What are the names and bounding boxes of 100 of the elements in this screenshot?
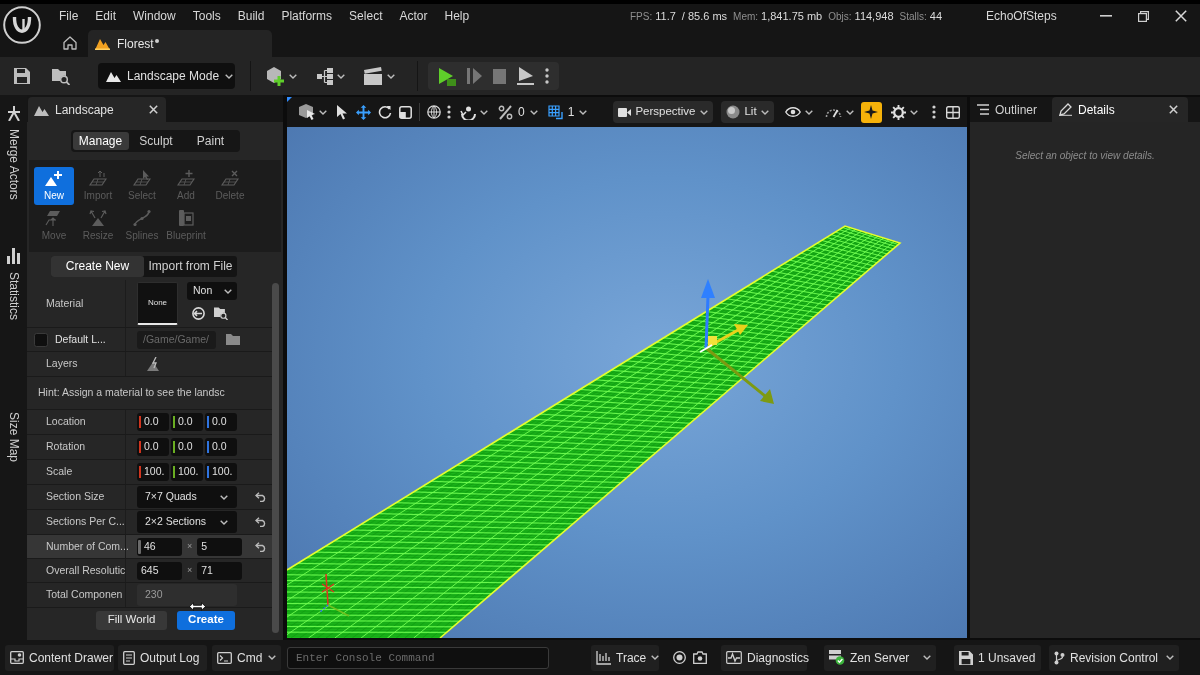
camera-icon[interactable] <box>693 651 707 664</box>
rotate-icon[interactable] <box>378 105 392 119</box>
more-icon[interactable] <box>545 68 549 84</box>
scrollbar[interactable] <box>272 283 279 633</box>
cube-cursor-icon[interactable] <box>298 103 316 121</box>
step-icon[interactable] <box>467 68 482 84</box>
stop-icon[interactable] <box>493 68 506 84</box>
number-field[interactable]: 0.0 <box>171 413 203 431</box>
number-field[interactable]: 0.0 <box>205 413 237 431</box>
level-tab[interactable]: Florest <box>88 30 272 57</box>
caret-icon[interactable] <box>579 109 588 115</box>
dropdown-field[interactable]: 2×2 Sections <box>137 511 237 533</box>
menu-item[interactable]: File <box>59 7 79 25</box>
logo-icon[interactable] <box>3 6 41 44</box>
surface-snap-icon[interactable] <box>460 104 477 120</box>
number-field[interactable]: 0.0 <box>137 413 169 431</box>
reset-icon[interactable] <box>255 492 267 502</box>
content-drawer-button[interactable]: Content Drawer <box>5 644 114 671</box>
node-graph-icon[interactable] <box>317 67 333 85</box>
camera-icon[interactable] <box>618 107 632 117</box>
source-tab[interactable]: Import from File <box>144 255 237 277</box>
caret-icon[interactable] <box>387 73 395 79</box>
sphere-icon[interactable] <box>726 105 741 119</box>
caret-icon[interactable] <box>529 109 538 115</box>
panel-tab[interactable]: Landscape <box>28 97 166 122</box>
menu-item[interactable]: Actor <box>399 7 428 25</box>
caret-icon[interactable] <box>804 109 813 115</box>
panel-tab[interactable]: Outliner <box>970 97 1050 122</box>
caret-icon[interactable] <box>760 109 769 115</box>
caret-icon[interactable] <box>700 109 709 115</box>
grid-icon[interactable] <box>547 104 563 120</box>
play-icon[interactable] <box>438 66 456 86</box>
folder-search-icon[interactable] <box>52 67 70 85</box>
caret-icon[interactable] <box>268 655 276 660</box>
caret-icon[interactable] <box>1166 655 1174 660</box>
home-icon[interactable] <box>63 36 77 50</box>
number-field[interactable]: 0.0 <box>205 438 237 456</box>
number-field[interactable]: 0.0 <box>171 438 203 456</box>
number-field[interactable]: 100. <box>171 463 203 481</box>
revision-control-dropdown[interactable]: Revision Control <box>1049 644 1179 671</box>
caret-icon[interactable] <box>651 655 660 660</box>
close-icon[interactable] <box>1169 105 1178 114</box>
play-line-icon[interactable] <box>517 67 534 85</box>
number-field[interactable]: 100. <box>137 463 169 481</box>
material-thumbnail[interactable]: None <box>137 282 178 325</box>
close-icon[interactable] <box>149 105 158 114</box>
caret-icon[interactable] <box>225 73 234 79</box>
save-icon[interactable] <box>14 68 30 84</box>
caret-icon[interactable] <box>845 109 854 115</box>
side-tab[interactable]: Statistics <box>4 247 23 320</box>
folder-search-icon[interactable] <box>214 306 228 320</box>
menu-item[interactable]: Help <box>444 7 470 25</box>
caret-icon[interactable] <box>220 519 228 525</box>
more-icon[interactable] <box>931 105 936 119</box>
mode-tab[interactable]: Sculpt <box>128 132 184 150</box>
snap-dropdown[interactable]: 0 <box>498 103 538 121</box>
menu-item[interactable]: Platforms <box>281 7 333 25</box>
menu-item[interactable]: Edit <box>95 7 117 25</box>
caret-icon[interactable] <box>289 73 297 79</box>
number-field[interactable]: 645 <box>137 561 182 580</box>
eye-icon[interactable] <box>784 107 801 117</box>
cube-plus-icon[interactable] <box>266 66 285 86</box>
zen-server-dropdown[interactable]: Zen Server <box>824 644 936 671</box>
checkbox[interactable] <box>34 332 48 347</box>
number-field[interactable]: 71 <box>197 561 243 580</box>
menu-item[interactable]: Window <box>133 7 176 25</box>
cursor-icon[interactable] <box>337 104 348 120</box>
menu-item[interactable]: Tools <box>192 7 221 25</box>
restore-icon[interactable] <box>1138 10 1149 22</box>
side-tab[interactable]: Merge Actors <box>4 106 23 200</box>
scale-icon[interactable] <box>399 105 412 119</box>
menu-item[interactable]: Build <box>237 7 265 25</box>
view-mode-dropdown[interactable]: Perspective <box>613 101 714 123</box>
fill-world-button[interactable]: Fill World <box>96 610 167 630</box>
caret-icon[interactable] <box>909 109 918 115</box>
reset-icon[interactable] <box>255 541 267 552</box>
trace-dropdown[interactable]: Trace <box>591 644 659 671</box>
number-field[interactable]: 5 <box>197 537 243 556</box>
caret-icon[interactable] <box>923 655 931 660</box>
clapperboard-icon[interactable] <box>363 67 383 85</box>
caret-icon[interactable] <box>337 73 345 79</box>
gear-icon[interactable] <box>890 104 906 120</box>
close-icon[interactable] <box>1175 10 1187 22</box>
caret-icon[interactable] <box>480 109 488 115</box>
number-field[interactable]: 46 <box>137 537 182 556</box>
mode-tab[interactable]: Manage <box>72 132 129 150</box>
side-tab[interactable]: Size Map <box>4 411 23 462</box>
caret-icon[interactable] <box>220 494 228 500</box>
number-field[interactable]: 100. <box>205 463 237 481</box>
transform-gizmo-drawing[interactable] <box>699 279 774 404</box>
folder-icon[interactable] <box>226 334 240 345</box>
arrow-circle-icon[interactable] <box>192 306 205 320</box>
caret-icon[interactable] <box>224 288 232 294</box>
tool-button[interactable]: New <box>34 167 74 205</box>
output-log-button[interactable]: Output Log <box>118 644 207 671</box>
cmd-dropdown[interactable]: Cmd <box>212 644 281 671</box>
dropdown-field[interactable]: 7×7 Quads <box>137 486 237 508</box>
source-tab[interactable]: Create New <box>51 255 144 277</box>
sparkle-icon[interactable] <box>860 101 882 123</box>
snap-dropdown[interactable]: 1 <box>547 103 588 121</box>
